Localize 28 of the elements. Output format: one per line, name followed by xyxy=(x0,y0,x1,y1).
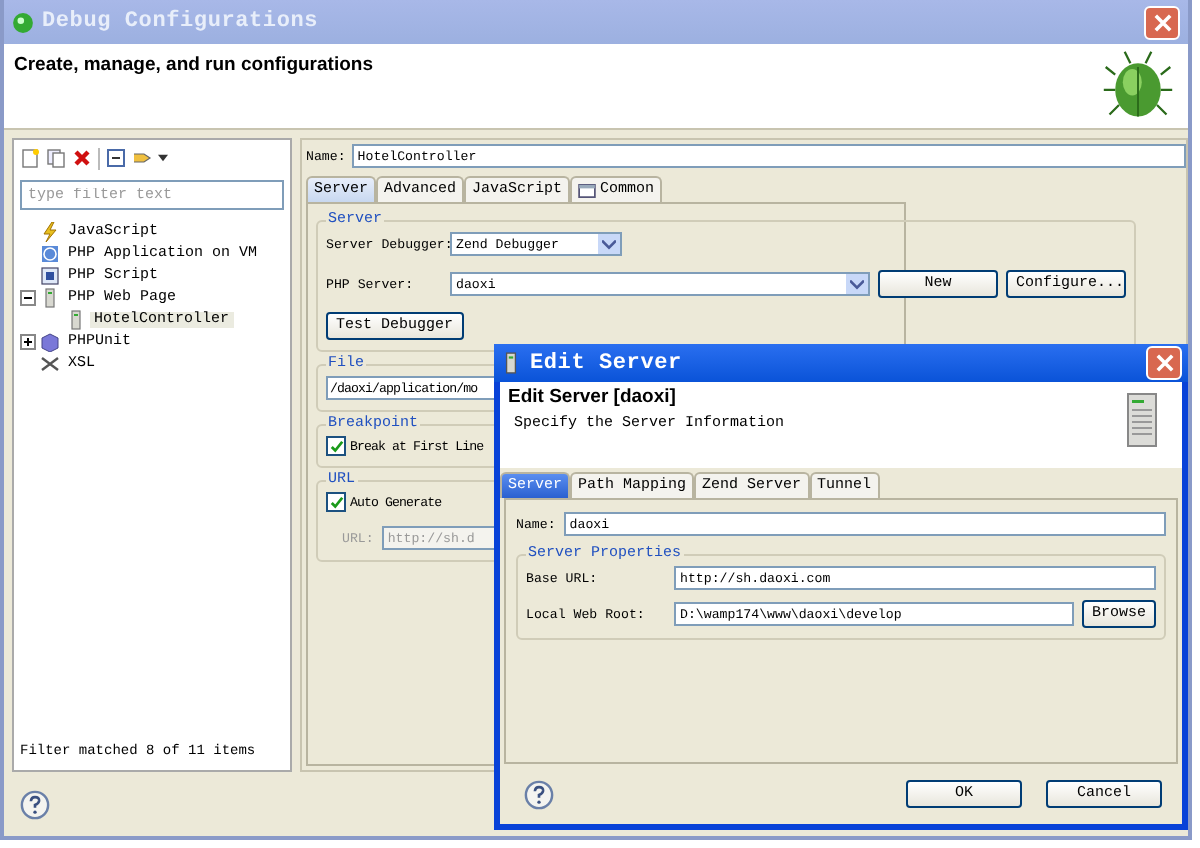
app-icon xyxy=(12,11,34,33)
close-button[interactable] xyxy=(1144,5,1180,39)
help-button[interactable] xyxy=(20,789,50,819)
close-button[interactable] xyxy=(1146,346,1182,380)
help-button[interactable] xyxy=(524,779,554,809)
lightning-icon xyxy=(40,221,60,241)
dialog-heading: Create, manage, and run configurations xyxy=(14,54,373,80)
dialog-heading: Edit Server [daoxi] xyxy=(508,386,678,408)
cube-icon xyxy=(40,331,60,351)
window-title: Debug Configurations xyxy=(42,10,321,34)
expand-toggle[interactable] xyxy=(20,333,36,349)
checkbox[interactable] xyxy=(326,436,346,456)
collapse-toggle[interactable] xyxy=(20,289,36,305)
window-title: Edit Server xyxy=(530,351,684,375)
filter-icon[interactable] xyxy=(132,148,152,168)
document-icon xyxy=(40,265,60,285)
duplicate-icon[interactable] xyxy=(46,148,66,168)
server-icon xyxy=(500,352,522,374)
caret-icon[interactable] xyxy=(158,154,168,162)
server-icon xyxy=(40,287,60,307)
collapse-all-icon[interactable] xyxy=(106,148,126,168)
window-icon xyxy=(578,183,597,197)
server-icon xyxy=(66,309,86,329)
close-icon xyxy=(1153,13,1171,31)
close-icon xyxy=(1155,354,1173,372)
server-tower-icon xyxy=(1126,392,1158,448)
delete-icon[interactable] xyxy=(72,148,92,168)
new-document-icon[interactable] xyxy=(20,148,40,168)
